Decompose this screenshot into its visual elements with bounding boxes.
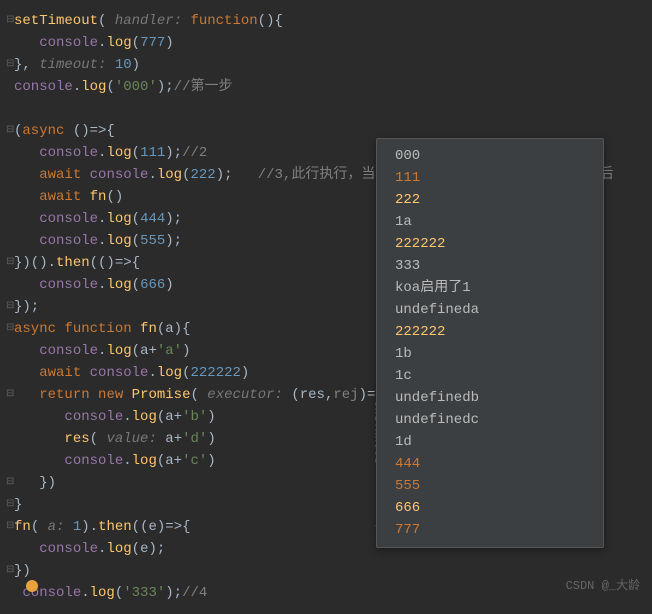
console-output-line: 222222 [377,233,603,255]
code-line[interactable]: ⊟setTimeout( handler: function(){ [14,10,652,32]
console-output-line: 1a [377,211,603,233]
console-output-line: 000 [377,145,603,167]
code-line[interactable]: console.log(777) [14,32,652,54]
console-output-line: 1b [377,343,603,365]
console-output-line: 1d [377,431,603,453]
code-line[interactable]: console.log('333');//4 [14,582,652,604]
console-output-line: 1c [377,365,603,387]
console-output-line: 333 [377,255,603,277]
console-output-line: 555 [377,475,603,497]
caret-indicator-icon [26,580,38,592]
console-output-line: undefinedb [377,387,603,409]
console-output-line: undefinedc [377,409,603,431]
code-line[interactable]: ⊟}) [14,560,652,582]
console-output-line: 666 [377,497,603,519]
code-line[interactable]: ⊟}, timeout: 10) [14,54,652,76]
console-output-line: undefineda [377,299,603,321]
code-line[interactable] [14,98,652,120]
code-line[interactable]: console.log('000');//第一步 [14,76,652,98]
console-output-line: 777 [377,519,603,541]
console-output-popup[interactable]: 0001112221a222222333koa启用了1undefineda222… [376,138,604,548]
console-output-line: 222 [377,189,603,211]
console-output-line: 444 [377,453,603,475]
console-output-line: 111 [377,167,603,189]
console-output-line: koa启用了1 [377,277,603,299]
watermark: CSDN @_大龄 [566,576,640,593]
console-output-line: 222222 [377,321,603,343]
